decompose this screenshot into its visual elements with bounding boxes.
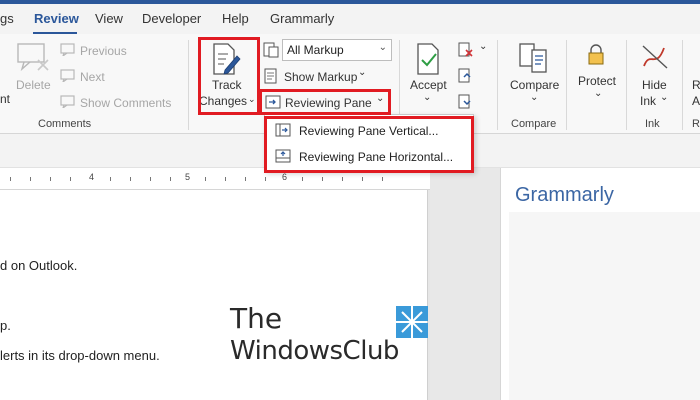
show-comments-button[interactable]: Show Comments bbox=[80, 96, 171, 110]
delete-comment-icon bbox=[16, 42, 50, 75]
menu-item-label: Reviewing Pane Horizontal... bbox=[299, 150, 454, 164]
panel-gap bbox=[430, 168, 500, 400]
ruler-tick bbox=[110, 177, 111, 181]
menu-item-reviewing-pane-horizontal[interactable]: Reviewing Pane Horizontal... bbox=[265, 144, 473, 170]
group-separator bbox=[682, 40, 683, 130]
reviewing-pane-vertical-icon bbox=[275, 123, 291, 140]
ruler-number: 4 bbox=[89, 172, 95, 182]
ruler-tick bbox=[225, 177, 226, 181]
tab-developer[interactable]: Developer bbox=[142, 11, 201, 26]
show-markup-button[interactable]: Show Markup bbox=[284, 70, 357, 84]
ruler-tick bbox=[70, 177, 71, 181]
hide-ink-button[interactable]: Ink bbox=[640, 94, 656, 108]
group-separator bbox=[188, 40, 189, 130]
partial-right-label-top[interactable]: R bbox=[692, 78, 700, 92]
tab-settings-partial[interactable]: gs bbox=[0, 11, 14, 26]
watermark-logo: The WindowsClub bbox=[230, 302, 430, 372]
track-changes-chevron-icon[interactable]: ⌄ bbox=[248, 94, 256, 105]
ruler-tick bbox=[205, 177, 206, 181]
previous-change-icon[interactable] bbox=[458, 68, 474, 87]
reviewing-pane-icon bbox=[265, 95, 281, 112]
ruler-tick bbox=[265, 177, 266, 181]
group-separator bbox=[497, 40, 498, 130]
document-text-line: p. bbox=[0, 318, 11, 333]
partial-right-group-label: R bbox=[692, 118, 700, 130]
track-changes-button[interactable]: Changes bbox=[199, 94, 247, 108]
ruler-tick bbox=[322, 177, 323, 181]
compare-chevron-icon[interactable]: ⌄ bbox=[530, 92, 538, 103]
ruler-tick bbox=[30, 177, 31, 181]
menu-item-reviewing-pane-vertical[interactable]: Reviewing Pane Vertical... bbox=[265, 118, 473, 144]
ink-group-label: Ink bbox=[645, 118, 660, 130]
document-text-line: lerts in its drop-down menu. bbox=[0, 348, 160, 363]
watermark-text: The bbox=[230, 302, 283, 335]
protect-lock-icon bbox=[586, 44, 606, 69]
ruler-number: 5 bbox=[185, 172, 191, 182]
hide-ink-icon bbox=[640, 42, 670, 75]
markup-select-value: All Markup bbox=[287, 43, 344, 57]
watermark-text: WindowsClub bbox=[230, 336, 399, 366]
next-comment-icon bbox=[60, 69, 76, 85]
ruler-tick bbox=[150, 177, 151, 181]
ruler-tick bbox=[10, 177, 11, 181]
reviewing-pane-menu: Reviewing Pane Vertical... Reviewing Pan… bbox=[264, 114, 474, 172]
reviewing-pane-chevron-icon[interactable]: ⌄ bbox=[376, 93, 384, 104]
grammarly-panel-content[interactable] bbox=[509, 212, 700, 400]
grammarly-panel: Grammarly bbox=[500, 168, 700, 400]
ribbon-tabs: gs Review View Developer Help Grammarly bbox=[0, 4, 700, 35]
menu-item-label: Reviewing Pane Vertical... bbox=[299, 124, 439, 138]
reject-change-icon[interactable] bbox=[458, 42, 474, 61]
tab-review[interactable]: Review bbox=[34, 11, 79, 26]
compare-group-label: Compare bbox=[511, 118, 557, 130]
ruler-tick bbox=[130, 177, 131, 181]
comments-group-label: Comments bbox=[38, 118, 92, 130]
partial-right-label-mid[interactable]: A bbox=[692, 94, 700, 108]
grammarly-panel-title: Grammarly bbox=[515, 184, 614, 206]
group-separator bbox=[566, 40, 567, 130]
document-text-line: d on Outlook. bbox=[0, 258, 78, 273]
accept-chevron-icon[interactable]: ⌄ bbox=[423, 92, 431, 103]
show-markup-icon bbox=[263, 68, 279, 87]
next-change-icon[interactable] bbox=[458, 94, 474, 113]
delete-comment-button[interactable]: Delete bbox=[16, 78, 51, 92]
partial-button-label[interactable]: nt bbox=[0, 92, 10, 106]
show-comments-icon bbox=[60, 95, 76, 111]
display-for-review-icon bbox=[263, 42, 279, 61]
chevron-down-icon: ⌄ bbox=[378, 42, 387, 53]
windows-logo-icon bbox=[396, 306, 428, 341]
ruler-tick bbox=[362, 177, 363, 181]
accept-change-icon bbox=[414, 42, 444, 79]
reviewing-pane-button[interactable]: Reviewing Pane bbox=[285, 96, 372, 110]
ruler-tick bbox=[382, 177, 383, 181]
tab-grammarly[interactable]: Grammarly bbox=[270, 11, 334, 26]
tab-help[interactable]: Help bbox=[222, 11, 249, 26]
compare-icon bbox=[517, 42, 551, 77]
accept-button[interactable]: Accept bbox=[410, 78, 447, 92]
protect-button[interactable]: Protect bbox=[578, 74, 616, 88]
track-changes-label-line1: Track bbox=[212, 78, 242, 92]
group-separator bbox=[626, 40, 627, 130]
reviewing-pane-horizontal-icon bbox=[275, 149, 291, 166]
ruler-tick bbox=[50, 177, 51, 181]
markup-display-select[interactable]: All Markup ⌄ bbox=[282, 39, 392, 61]
ruler-tick bbox=[170, 177, 171, 181]
protect-chevron-icon[interactable]: ⌄ bbox=[594, 88, 602, 99]
previous-comment-icon bbox=[60, 43, 76, 59]
ruler-tick bbox=[245, 177, 246, 181]
ruler-number: 6 bbox=[282, 172, 288, 182]
chevron-down-icon[interactable]: ⌄ bbox=[358, 67, 366, 78]
hide-ink-label-line1: Hide bbox=[642, 78, 667, 92]
hide-ink-chevron-icon[interactable]: ⌄ bbox=[660, 92, 668, 103]
previous-comment-button[interactable]: Previous bbox=[80, 44, 127, 58]
reject-chevron-icon[interactable]: ⌄ bbox=[479, 41, 487, 52]
compare-button[interactable]: Compare bbox=[510, 78, 559, 92]
tab-view[interactable]: View bbox=[95, 11, 123, 26]
track-changes-icon bbox=[211, 42, 241, 79]
ruler-tick bbox=[342, 177, 343, 181]
ruler-tick bbox=[302, 177, 303, 181]
next-comment-button[interactable]: Next bbox=[80, 70, 105, 84]
